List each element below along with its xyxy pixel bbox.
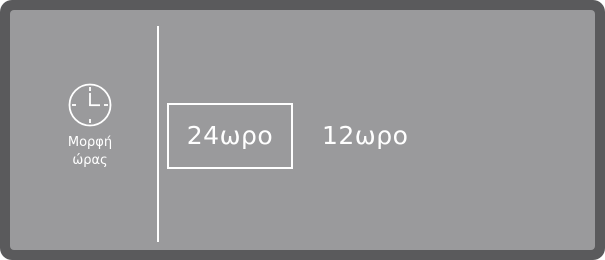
setting-label-line2: ώρας	[72, 153, 108, 168]
setting-category-panel: Μορφή ώρας	[10, 10, 158, 250]
device-bezel: Μορφή ώρας 24ωρο 12ωρο	[0, 0, 605, 260]
option-24-hour[interactable]: 24ωρο	[167, 103, 293, 169]
panel-divider	[157, 26, 159, 242]
setting-label-line1: Μορφή	[67, 135, 113, 150]
display-screen: Μορφή ώρας 24ωρο 12ωρο	[10, 10, 595, 250]
option-12-hour[interactable]: 12ωρο	[320, 103, 440, 169]
setting-label: Μορφή ώρας	[10, 134, 170, 170]
clock-icon	[68, 83, 112, 127]
